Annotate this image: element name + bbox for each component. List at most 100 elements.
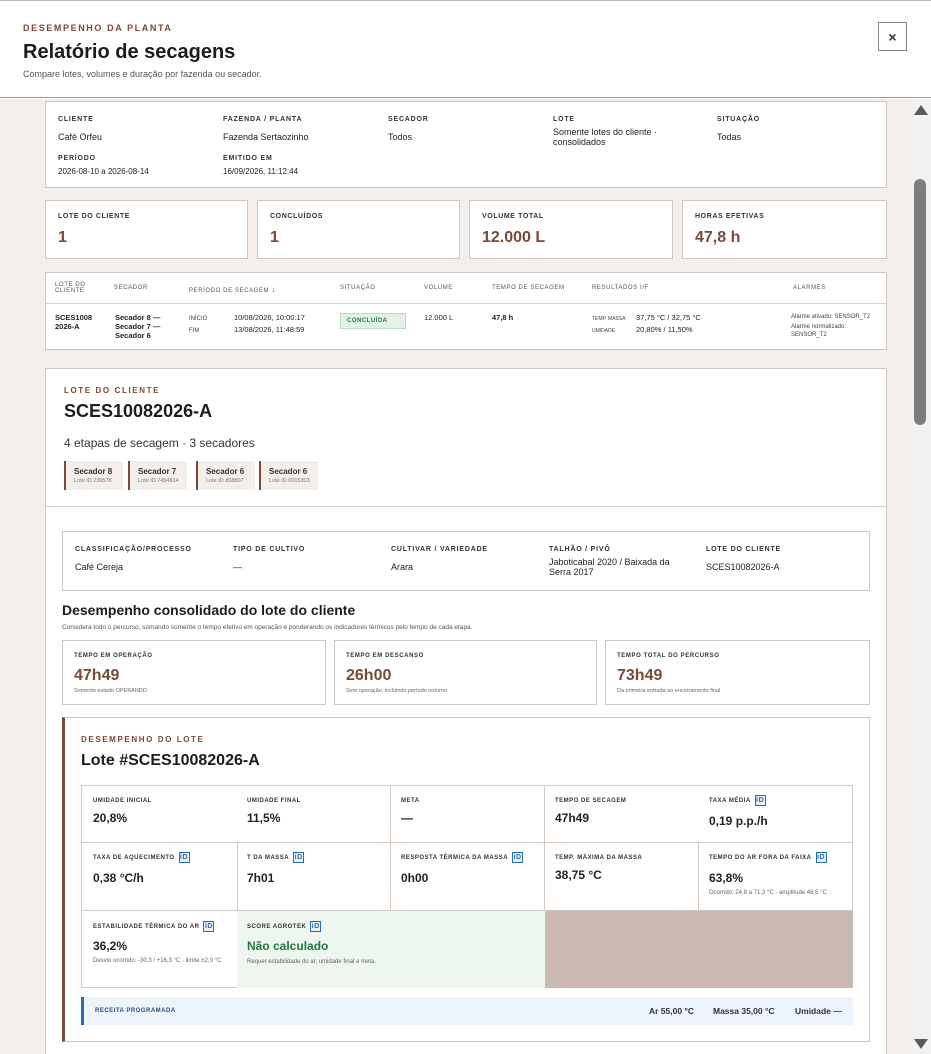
metric-tmassa-label-text: T DA MASSA [247,855,290,862]
header-eyebrow: DESEMPENHO DA PLANTA [23,23,173,33]
receita-umidade: Umidade — [795,1006,842,1016]
kpi-value: 1 [270,229,279,246]
scrollbar-thumb[interactable] [914,179,926,425]
tempo-label: TEMPO TOTAL DO PERCURSO [617,653,720,659]
metric-score-note: Requer estabilidade do ar, umidade final… [247,959,377,965]
row-umid: 20,80% / 11,50% [636,325,693,334]
info-icon[interactable]: iD [310,921,322,932]
metric-aquec-value: 0,38 °C/h [93,871,144,885]
kpi-label: VOLUME TOTAL [482,213,544,220]
filter-cliente-value: Café Orfeu [58,132,103,142]
metric-score-label-text: SCORE AGROTEK [247,924,307,931]
receita-label: RECEITA PROGRAMADA [95,1008,176,1014]
th-tempo[interactable]: TEMPO DE SECAGEM [492,285,565,291]
th-resultados[interactable]: RESULTADOS I/F [592,285,649,291]
chip-id: Lote ID 7454614 [138,478,179,484]
th-volume[interactable]: VOLUME [424,285,453,291]
scroll-up-icon[interactable] [914,105,928,115]
filter-situacao-label: SITUAÇÃO [717,116,760,123]
chip-name: Secador 8 [74,467,113,476]
metric-estab-note: Desvio ocorrido: -30,3 / +16,3 °C · limi… [93,958,222,964]
lote-code: SCES10082026-A [64,401,213,421]
metric-estab-label: ESTABILIDADE TÉRMICA DO AR iD [93,921,215,932]
metric-tar-value: 63,8% [709,871,744,885]
th-situacao[interactable]: SITUAÇÃO [340,285,375,291]
metric-meta-label: META [401,798,420,804]
close-icon: × [888,28,897,45]
lote-summary: 4 etapas de secagem · 3 secadores [64,436,255,450]
info-icon[interactable]: iD [178,852,190,863]
metric-tmassa-value: 7h01 [247,871,275,885]
metric-tempo-label: TEMPO DE SECAGEM [555,798,627,804]
chip-name: Secador 6 [206,467,245,476]
info-talhao-label: TALHÃO / PIVÔ [549,546,611,553]
chip-secador[interactable]: Secador 6 Lote ID 6015303 [259,461,318,490]
info-lote-value: SCES10082026-A [706,562,780,572]
info-classificacao-label: CLASSIFICAÇÃO/PROCESSO [75,546,192,553]
scroll-down-icon[interactable] [914,1039,928,1049]
chip-name: Secador 7 [138,467,177,476]
receita-massa: Massa 35,00 °C [713,1006,775,1016]
info-icon[interactable]: iD [293,852,305,863]
row-inicio: 10/08/2026, 10:00:17 [234,313,305,322]
metric-taxa-label-text: TAXA MÉDIA [709,798,751,805]
kpi-value: 47,8 h [695,229,741,246]
page-title: Relatório de secagens [23,41,236,63]
lote-info-box: CLASSIFICAÇÃO/PROCESSO Café Cereja TIPO … [62,531,870,591]
close-button[interactable]: × [878,22,907,51]
filter-emitido-label: EMITIDO EM [223,155,273,162]
empty-cell [545,911,853,988]
chip-secador[interactable]: Secador 6 Lote ID 858807 [196,461,255,490]
divider [46,506,886,507]
th-periodo-label: PERÍODO DE SECAGEM [189,288,270,294]
row-lote: SCES1008 2026-A [55,313,93,331]
metric-umid-fin-label: UMIDADE FINAL [247,798,301,804]
row-inicio-label: INÍCIO [189,316,208,322]
sort-down-icon: ↓ [271,285,277,294]
metric-resp-label-text: RESPOSTA TÉRMICA DA MASSA [401,855,509,862]
metric-tmax-value: 38,75 °C [555,868,602,882]
th-lote[interactable]: LOTE DO CLIENTE [55,282,95,294]
chip-secador[interactable]: Secador 7 Lote ID 7454614 [128,461,187,490]
filter-emitido-value: 16/09/2026, 11:12:44 [223,167,299,176]
metric-tar-note: Ocorrido: 24,8 a 71,3 °C · amplitude 46,… [709,890,827,896]
report-modal: DESEMPENHO DA PLANTA Relatório de secage… [0,0,931,1054]
metric-taxa-value: 0,19 p.p./h [709,814,768,828]
filter-periodo-label: PERÍODO [58,155,96,162]
metric-aquec-label-text: TAXA DE AQUECIMENTO [93,855,175,862]
kpi-card-volume: VOLUME TOTAL 12.000 L [469,200,673,259]
info-icon[interactable]: iD [512,852,524,863]
row-tempo: 47,8 h [492,313,514,322]
status-badge: CONCLUÍDA [340,313,406,329]
metric-tmassa-label: T DA MASSA iD [247,852,305,863]
filters-card: CLIENTE Café Orfeu FAZENDA / PLANTA Faze… [45,101,887,188]
chip-id: Lote ID 858807 [206,478,244,484]
th-secador[interactable]: SECADOR [114,285,148,291]
info-icon[interactable]: iD [754,795,766,806]
table-row[interactable]: SCES1008 2026-A Secador 8 — Secador 7 — … [46,304,886,350]
tempo-operacao-card: TEMPO EM OPERAÇÃO 47h49 Somente estado O… [62,640,326,705]
filter-secador-value: Todos [388,132,413,142]
filter-fazenda-label: FAZENDA / PLANTA [223,116,303,123]
desempenho-card: DESEMPENHO DO LOTE Lote #SCES10082026-A … [62,717,870,1042]
filter-lote-value: Somente lotes do cliente · consolidados [553,127,658,147]
filter-cliente-label: CLIENTE [58,116,94,123]
kpi-value: 12.000 L [482,229,546,246]
metric-taxa-label: TAXA MÉDIA iD [709,795,766,806]
kpi-card-concluidos: CONCLUÍDOS 1 [257,200,460,259]
metric-score-label: SCORE AGROTEK iD [247,921,322,932]
kpi-value: 1 [58,229,67,246]
chip-secador[interactable]: Secador 8 Lote ID 239578 [64,461,123,490]
info-talhao-value: Jaboticabal 2020 / Baixada da Serra 2017 [549,557,670,577]
row-secador: Secador 8 — Secador 7 — Secador 6 [115,313,161,340]
info-icon[interactable]: iD [203,921,215,932]
kpi-label: HORAS EFETIVAS [695,213,765,220]
info-icon[interactable]: iD [815,852,827,863]
row-umid-label: UMIDADE [592,328,616,334]
scrollbar[interactable] [910,99,931,1054]
modal-header: DESEMPENHO DA PLANTA Relatório de secage… [0,0,931,98]
metrics-grid: UMIDADE INICIAL 20,8% UMIDADE FINAL 11,5… [81,785,853,988]
th-periodo[interactable]: PERÍODO DE SECAGEM ↓ [189,285,276,294]
th-alarmes[interactable]: ALARMES [793,285,826,291]
tempo-label: TEMPO EM DESCANSO [346,653,424,659]
